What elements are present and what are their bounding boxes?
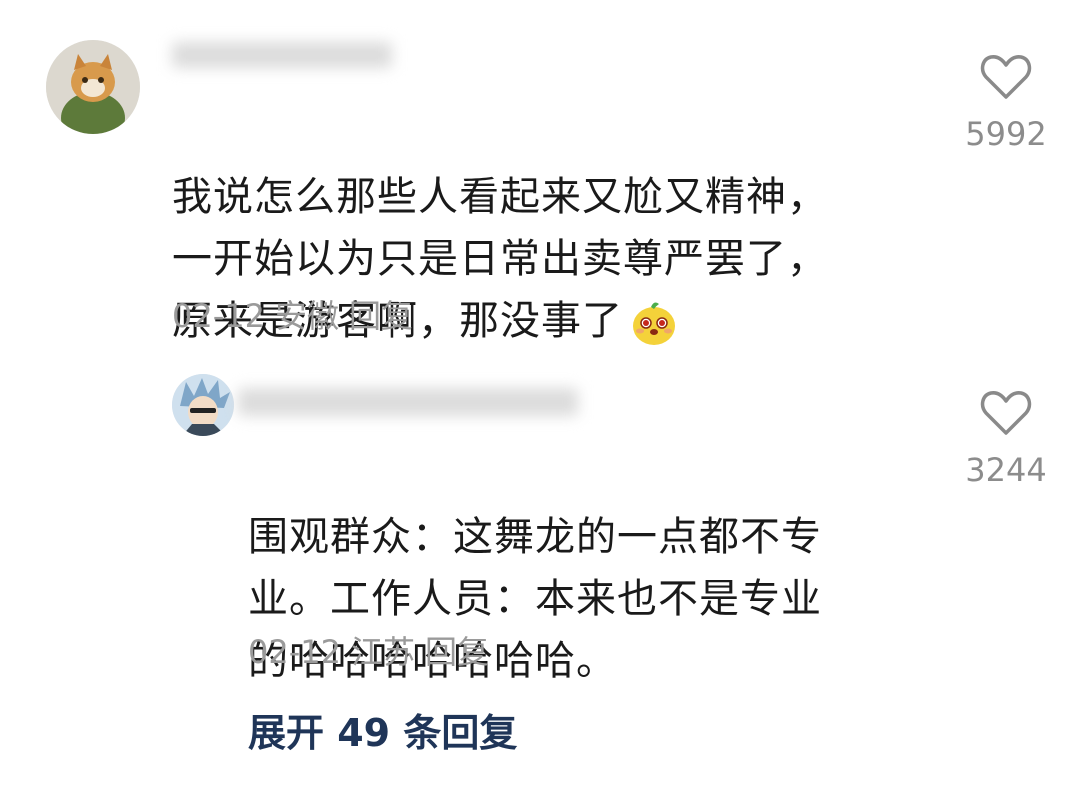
comment-location: 江苏 <box>350 633 415 671</box>
heart-outline-icon <box>980 55 1032 99</box>
username-blurred[interactable] <box>238 370 598 430</box>
like-button[interactable]: 5992 <box>956 52 1056 154</box>
expand-replies-link[interactable]: 展开 49 条回复 <box>248 708 517 758</box>
comment-date: 02-12 <box>248 633 341 671</box>
comment-meta: 02-12 安徽 回复 <box>172 296 413 336</box>
heart-outline-icon <box>980 391 1032 435</box>
reply-item: 围观群众：这舞龙的一点都不专 业。工作人员：本来也不是专业 的哈哈哈哈哈哈哈。 … <box>0 340 1080 690</box>
reply-button[interactable]: 回复 <box>349 297 413 335</box>
like-button[interactable]: 3244 <box>956 388 1056 490</box>
username-blurred[interactable] <box>172 32 402 76</box>
reply-button[interactable]: 回复 <box>425 633 489 671</box>
cat-avatar[interactable] <box>46 40 140 134</box>
anime-avatar[interactable] <box>172 374 234 436</box>
comment-meta: 02-12 江苏 回复 <box>248 632 489 672</box>
like-count: 5992 <box>965 115 1047 153</box>
like-count: 3244 <box>965 451 1047 489</box>
comment-item: 我说怎么那些人看起来又尬又精神， 一开始以为只是日常出卖尊严罢了， 原来是游客啊… <box>0 0 1080 345</box>
comment-date: 02-12 <box>172 297 265 335</box>
comment-location: 安徽 <box>274 297 339 335</box>
